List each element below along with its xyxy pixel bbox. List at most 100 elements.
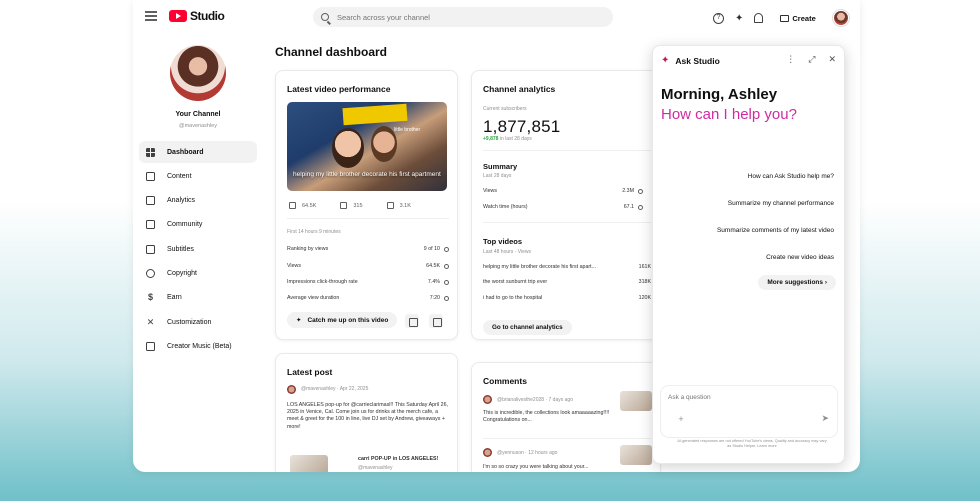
stat-comments: 315	[353, 202, 363, 209]
post-text: LOS ANGELES pop-up for @carrieclarimasl!…	[287, 402, 449, 430]
comment-video-thumbnail[interactable]	[620, 445, 652, 465]
comments-card: Comments @brianalivesthe2028 · 7 days ag…	[471, 362, 661, 472]
video-thumbnail[interactable]: little brother helping my little brother…	[287, 102, 447, 191]
channel-analytics-card: Channel analytics Current subscribers 1,…	[471, 70, 661, 340]
metric-value: 7:20	[429, 295, 440, 301]
page-title: Channel dashboard	[275, 45, 388, 59]
more-options-icon[interactable]: ⋮	[786, 54, 795, 65]
menu-icon[interactable]	[145, 11, 157, 21]
top-video-row[interactable]: the worst sunburnt trip ever 318K	[483, 279, 651, 285]
sidebar-item-analytics[interactable]: Analytics	[139, 190, 257, 212]
sidebar-item-label: Subtitles	[167, 245, 194, 253]
post-attachment-thumbnail[interactable]	[290, 455, 328, 472]
metric-value: 64.5K	[426, 263, 440, 269]
post-attachment-title: carri POP-UP in LOS ANGELES!	[358, 456, 439, 462]
ask-studio-icon[interactable]: ✦	[735, 13, 743, 24]
sidebar-item-content[interactable]: Content	[139, 165, 257, 187]
send-icon[interactable]: ➤	[821, 413, 829, 424]
sidebar-item-label: Earn	[167, 294, 182, 302]
sidebar-item-label: Analytics	[167, 197, 196, 205]
subscribers-delta: +9,878 in last 28 days	[483, 136, 532, 142]
top-video-row[interactable]: helping my little brother decorate his f…	[483, 264, 651, 270]
sidebar-item-label: Customization	[167, 318, 212, 326]
thumbnail-tag: little brother	[394, 127, 421, 133]
sidebar-nav: Dashboard Content Analytics Community Su…	[139, 141, 257, 360]
comment-author-avatar	[483, 448, 492, 457]
app-name: Studio	[190, 9, 225, 23]
sidebar-item-community[interactable]: Community	[139, 214, 257, 236]
top-video-row[interactable]: i had to go to the hospital 120K	[483, 295, 651, 301]
ask-studio-title: Ask Studio	[675, 55, 720, 66]
sidebar-item-label: Creator Music (Beta)	[167, 342, 232, 350]
post-meta: @mavenashley · Apr 22, 2025	[301, 386, 369, 392]
comment-meta: @brianalivesthe2028 · 7 days ago	[497, 397, 573, 403]
go-to-analytics-button[interactable]: Go to channel analytics	[483, 320, 572, 335]
metric-row: Impressions click-through rate 7.4%	[287, 279, 449, 285]
comment-text: This is incredible, the collections look…	[483, 410, 610, 424]
summary-title: Summary	[483, 162, 518, 171]
subscribers-label: Current subscribers	[483, 106, 527, 112]
sidebar-item-customization[interactable]: ✕ Customization	[139, 311, 257, 333]
greeting: Morning, Ashley	[661, 86, 778, 103]
latest-post-card: Latest post @mavenashley · Apr 22, 2025 …	[275, 353, 458, 472]
comment-text: I'm so so crazy you were talking about y…	[483, 464, 589, 470]
music-icon	[146, 341, 155, 351]
card-title: Latest post	[287, 367, 333, 377]
sidebar-item-earn[interactable]: $ Earn	[139, 287, 257, 309]
subtitles-icon	[146, 244, 155, 254]
close-icon[interactable]: ✕	[828, 54, 836, 65]
card-title: Channel analytics	[483, 84, 556, 94]
comments-shortcut-button[interactable]	[429, 314, 443, 328]
stat-views: 64.5K	[302, 202, 317, 209]
card-title: Comments	[483, 376, 527, 386]
sidebar-item-copyright[interactable]: Copyright	[139, 262, 257, 284]
channel-avatar[interactable]	[170, 45, 226, 101]
studio-logo[interactable]: Studio	[169, 9, 225, 23]
metric-row: Views 64.5K	[287, 263, 449, 269]
help-icon[interactable]: ?	[713, 12, 724, 24]
more-suggestions-button[interactable]: More suggestions ›	[758, 275, 836, 290]
top-videos-title: Top videos	[483, 237, 523, 246]
likes-icon	[386, 202, 394, 209]
panel-controls: ⋮ ⤢ ✕	[786, 54, 836, 65]
ask-input-box[interactable]: + ➤	[661, 386, 837, 437]
sidebar-item-dashboard[interactable]: Dashboard	[139, 141, 257, 163]
search-input[interactable]	[337, 12, 587, 22]
suggestion-chip[interactable]: How can Ask Studio help me?	[746, 169, 836, 184]
comment-video-thumbnail[interactable]	[620, 391, 652, 411]
info-icon	[444, 279, 449, 285]
add-icon[interactable]: +	[675, 413, 687, 425]
post-attachment-author: @mavenashley	[358, 465, 393, 471]
customization-icon: ✕	[146, 316, 155, 327]
catch-me-up-button[interactable]: ✦ Catch me up on this video	[287, 312, 398, 328]
dashboard-icon	[146, 147, 155, 157]
sparkle-icon: ✦	[296, 317, 302, 324]
ask-studio-panel: ✦ Ask Studio ⋮ ⤢ ✕ Morning, Ashley How c…	[652, 45, 845, 464]
sidebar-item-label: Dashboard	[167, 148, 204, 156]
metric-value: 7.4%	[427, 279, 440, 285]
suggestion-chip[interactable]: Summarize comments of my latest video	[715, 223, 836, 238]
analytics-shortcut-button[interactable]	[405, 314, 419, 328]
suggestion-chip[interactable]: Create new video ideas	[764, 250, 836, 265]
analytics-icon	[146, 196, 155, 206]
notifications-icon[interactable]	[754, 13, 764, 23]
info-icon	[638, 204, 643, 210]
expand-icon[interactable]: ⤢	[808, 54, 815, 65]
search-bar[interactable]	[313, 7, 613, 27]
info-icon	[444, 295, 449, 301]
account-avatar[interactable]	[832, 10, 849, 26]
sidebar-item-creator-music[interactable]: Creator Music (Beta)	[139, 335, 257, 357]
latest-video-card: Latest video performance little brother …	[275, 70, 458, 340]
period-label: First 14 hours 9 minutes	[287, 229, 341, 235]
card-title: Latest video performance	[287, 84, 391, 94]
create-button[interactable]: Create	[774, 10, 822, 26]
sidebar: Your Channel @mavenashley Dashboard Cont…	[133, 34, 263, 472]
stat-likes: 3.1K	[399, 202, 411, 209]
metric-row: Ranking by views 9 of 10	[287, 246, 449, 252]
info-icon	[444, 263, 449, 269]
metric-row: Average view duration 7:20	[287, 295, 449, 301]
ask-question-input[interactable]	[668, 394, 818, 401]
sidebar-item-subtitles[interactable]: Subtitles	[139, 238, 257, 260]
help-prompt: How can I help you?	[661, 106, 797, 123]
suggestion-chip[interactable]: Summarize my channel performance	[726, 196, 836, 211]
